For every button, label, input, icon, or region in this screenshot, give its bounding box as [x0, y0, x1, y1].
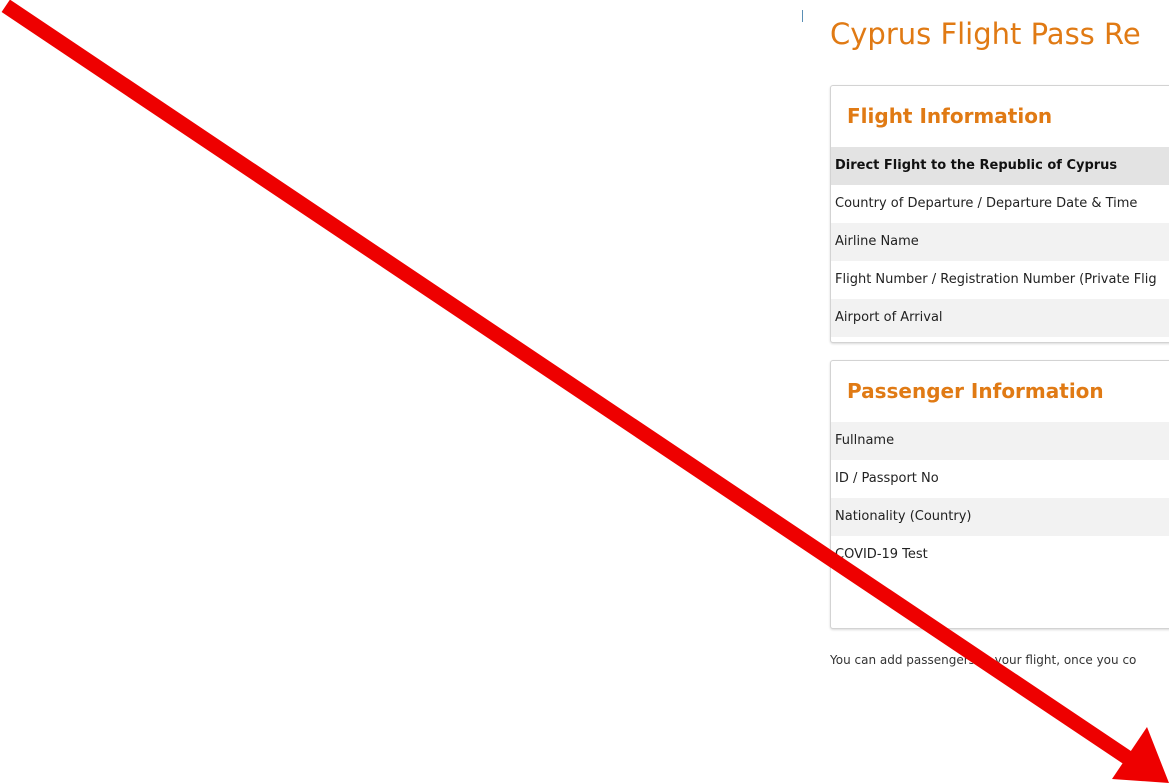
page: Cyprus Flight Pass Re Flight Information… — [0, 0, 1169, 783]
arrow-shaft — [1, 0, 1133, 765]
red-arrow-annotation — [1, 0, 1169, 783]
